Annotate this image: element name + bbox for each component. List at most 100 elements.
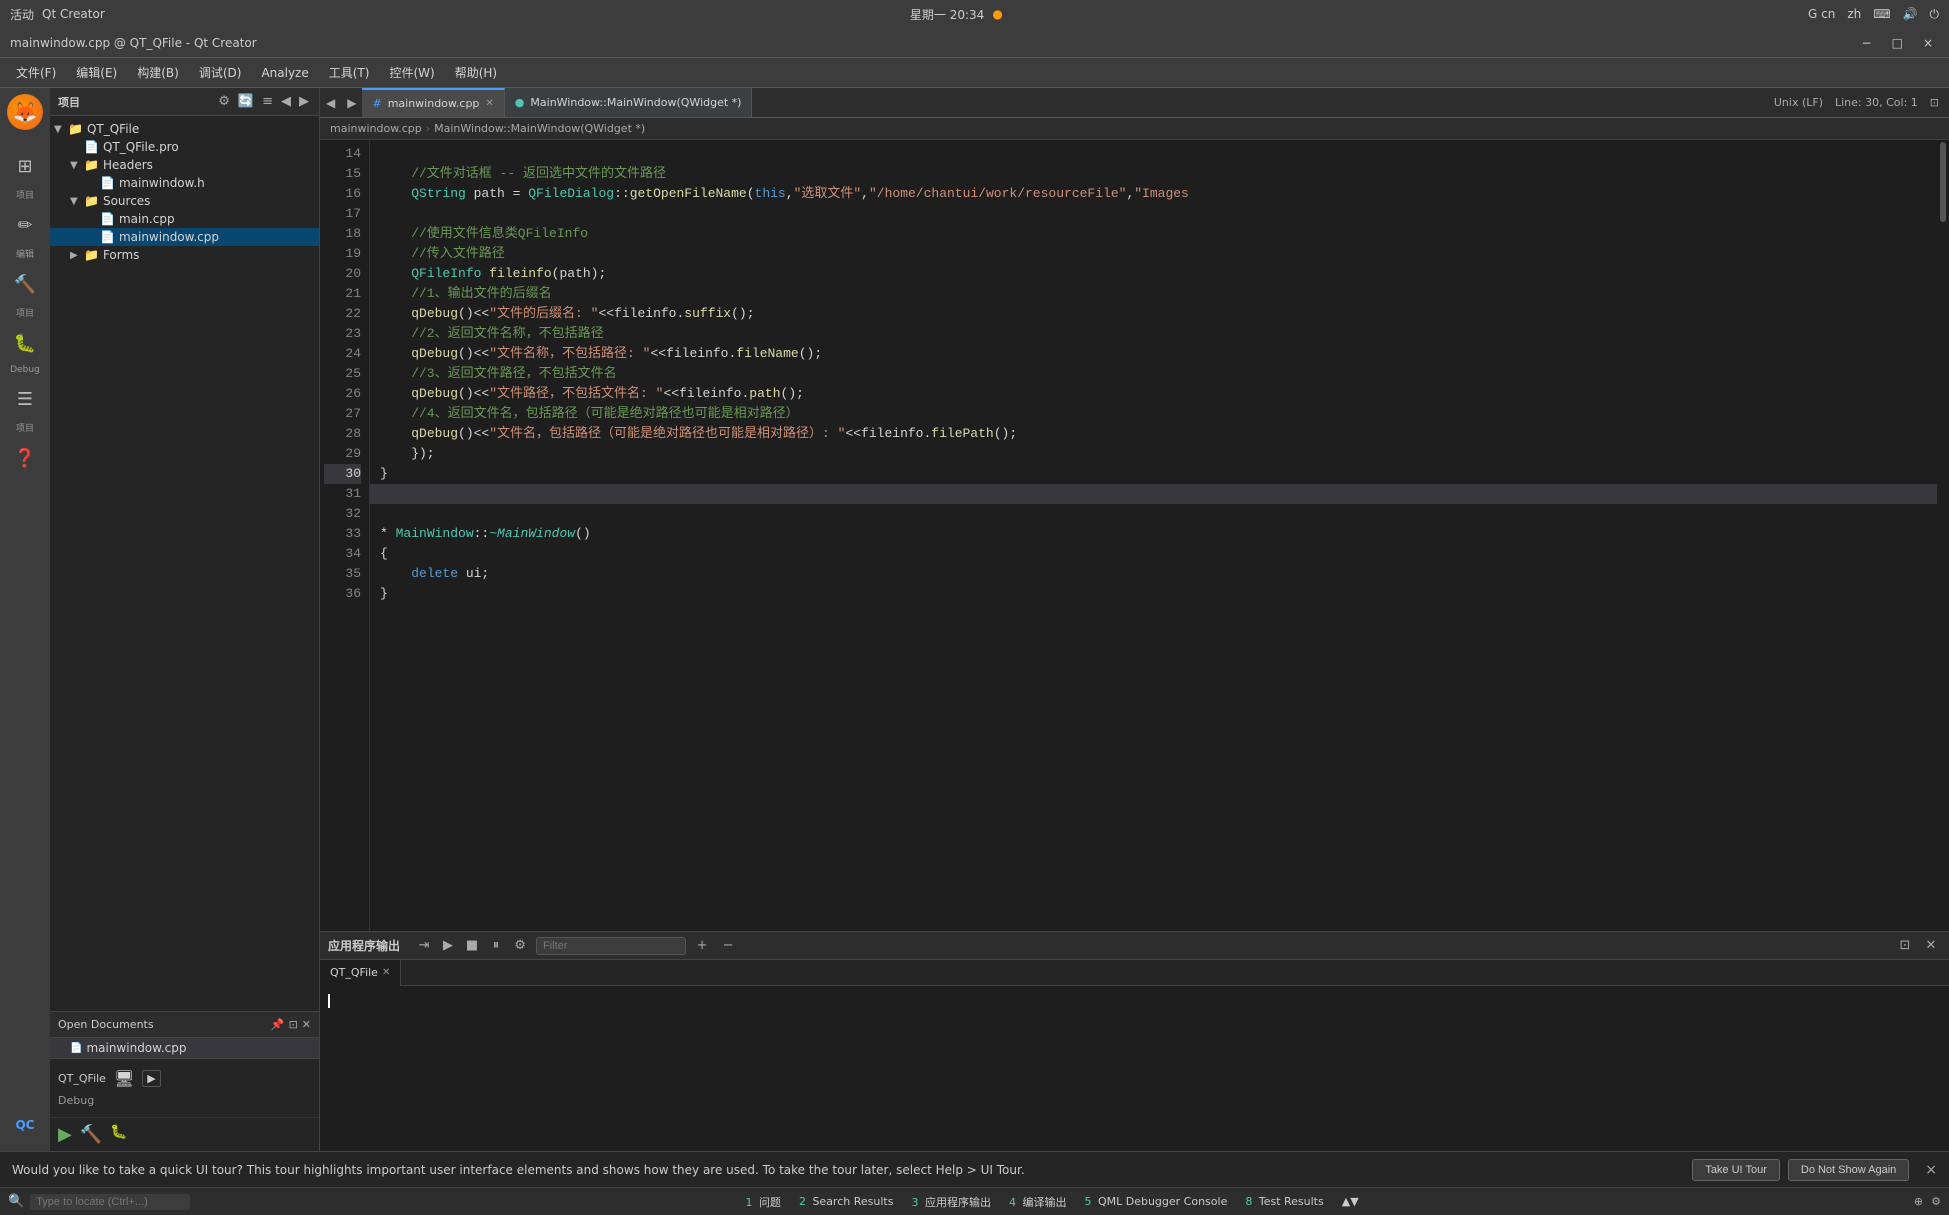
menu-tools[interactable]: 工具(T) [321, 61, 378, 84]
menu-edit[interactable]: 编辑(E) [68, 61, 125, 84]
output-settings-icon[interactable]: ⚙ [510, 936, 530, 956]
nav-fwd-icon[interactable]: ▶ [297, 92, 311, 111]
tree-item-headers[interactable]: ▼ 📁 Headers [50, 156, 319, 174]
sync-icon[interactable]: 🔄 [236, 92, 256, 111]
output-content[interactable] [320, 986, 1949, 1151]
menu-build[interactable]: 构建(B) [129, 61, 187, 84]
tree-item-main-cpp[interactable]: ▶ 📄 main.cpp [50, 210, 319, 228]
nav-back-icon[interactable]: ◀ [279, 92, 293, 111]
keyboard-icon[interactable]: ⌨ [1873, 7, 1890, 21]
bottom-tab-qml-debugger[interactable]: 5 QML Debugger Console [1076, 1193, 1235, 1210]
tree-label-sources: Sources [103, 194, 150, 208]
close-button[interactable]: × [1917, 34, 1939, 52]
bottom-tab-issues[interactable]: 1 问题 [737, 1192, 789, 1212]
open-docs-close-icon[interactable]: ✕ [302, 1018, 311, 1031]
breadcrumb-func: MainWindow::MainWindow(QWidget *) [434, 122, 645, 135]
breadcrumb-sep: › [426, 122, 430, 135]
output-float-icon[interactable]: ⊡ [1895, 936, 1915, 956]
activities-label[interactable]: 活动 [10, 6, 34, 23]
tab-nav-back[interactable]: ◀ [320, 96, 341, 110]
power-icon[interactable]: ⏻ [1930, 7, 1940, 22]
open-docs-panel: Open Documents 📌 ⊡ ✕ 📄 mainwindow.cpp [50, 1011, 319, 1058]
scrollbar-thumb[interactable] [1940, 142, 1946, 222]
tree-item-root[interactable]: ▼ 📁 QT_QFile [50, 120, 319, 138]
output-add-icon[interactable]: + [692, 936, 712, 956]
bottom-tab-search-results[interactable]: 2 Search Results [791, 1193, 902, 1210]
system-bar-right: G cn zh ⌨ 🔊 ⏻ [1808, 7, 1939, 22]
sidebar-item-edit[interactable]: ✏ 编辑 [5, 205, 45, 260]
tab-nav-fwd[interactable]: ▶ [341, 96, 362, 110]
debug-run-button[interactable]: 🐛 [110, 1124, 127, 1145]
bottom-tab-arrow[interactable]: ▲▼ [1334, 1193, 1367, 1210]
menu-analyze[interactable]: Analyze [253, 63, 316, 83]
output-pause-icon[interactable]: ⏸ [486, 936, 506, 956]
open-docs-pin-icon[interactable]: 📌 [271, 1018, 285, 1031]
bottom-tab-compile-output[interactable]: 4 编译输出 [1001, 1192, 1075, 1212]
output-stop-icon[interactable]: ■ [462, 936, 482, 956]
output-filter-input[interactable] [536, 937, 686, 955]
locate-input[interactable] [30, 1194, 190, 1210]
build-button[interactable]: 🔨 [80, 1124, 102, 1145]
sidebar-item-tasks[interactable]: ☰ 项目 [5, 379, 45, 434]
sidebar-item-build[interactable]: 🔨 项目 [5, 264, 45, 319]
code-editor[interactable]: 14 15 16 17 18 19 20 21 22 23 24 25 26 2… [320, 140, 1949, 931]
open-doc-mainwindow-cpp[interactable]: 📄 mainwindow.cpp [50, 1038, 319, 1058]
sidebar-item-help[interactable]: ❓ [5, 438, 45, 478]
tree-label-mwh: mainwindow.h [119, 176, 205, 190]
editor-scrollbar[interactable] [1937, 140, 1949, 931]
minimize-button[interactable]: − [1856, 34, 1878, 52]
debug-label: Debug [10, 365, 40, 375]
tree-item-sources[interactable]: ▼ 📁 Sources [50, 192, 319, 210]
volume-icon[interactable]: 🔊 [1903, 7, 1918, 21]
tree-item-mainwindow-cpp[interactable]: ▶ 📄 mainwindow.cpp [50, 228, 319, 246]
output-tab-qtqfile[interactable]: QT_QFile ✕ [320, 960, 401, 986]
tree-item-forms[interactable]: ▶ 📁 Forms [50, 246, 319, 264]
sidebar-item-project[interactable]: ⊞ 项目 [5, 146, 45, 201]
maximize-button[interactable]: □ [1886, 34, 1909, 52]
editor-area: ◀ ▶ # mainwindow.cpp ✕ ● MainWindow::Mai… [320, 88, 1949, 1151]
expand-icon[interactable]: ⊡ [1930, 96, 1939, 109]
notification-close-button[interactable]: × [1925, 1162, 1937, 1178]
run-button[interactable]: ▶ [58, 1124, 72, 1145]
tab-arrows: ▲▼ [1342, 1195, 1359, 1208]
output-run-icon[interactable]: ▶ [438, 936, 458, 956]
output-step-icon[interactable]: ⇥ [414, 936, 434, 956]
menu-help[interactable]: 帮助(H) [447, 61, 505, 84]
tab-mainwindow-cpp[interactable]: # mainwindow.cpp ✕ [362, 88, 504, 118]
tab-function[interactable]: ● MainWindow::MainWindow(QWidget *) [505, 88, 753, 118]
take-ui-tour-button[interactable]: Take UI Tour [1692, 1159, 1780, 1181]
open-docs-expand-icon[interactable]: ⊡ [289, 1018, 298, 1031]
bottom-tab-app-output[interactable]: 3 应用程序输出 [903, 1192, 999, 1212]
output-tab-close[interactable]: ✕ [382, 967, 390, 978]
search-icon: 🔍 [8, 1194, 24, 1209]
firefox-activity[interactable]: 🦊 [7, 94, 43, 130]
filter-icon[interactable]: ⚙ [216, 92, 232, 111]
firefox-icon: 🦊 [7, 94, 43, 130]
output-close-panel-icon[interactable]: ✕ [1921, 936, 1941, 956]
breadcrumb-file: mainwindow.cpp [330, 122, 422, 135]
do-not-show-again-button[interactable]: Do Not Show Again [1788, 1159, 1909, 1181]
tree-arrow-h: ▶ [86, 178, 100, 189]
code-content[interactable]: //文件对话框 -- 返回选中文件的文件路径 QString path = QF… [370, 140, 1937, 931]
bottom-settings-icon[interactable]: ⚙ [1931, 1195, 1941, 1208]
bottom-zoom-icon[interactable]: ⊕ [1914, 1195, 1923, 1208]
notification-message: Would you like to take a quick UI tour? … [12, 1163, 1692, 1177]
bottom-tab-test-results[interactable]: 8 Test Results [1237, 1193, 1331, 1210]
lang1-label[interactable]: G cn [1808, 7, 1835, 21]
lang2-label[interactable]: zh [1847, 7, 1861, 21]
tree-item-pro[interactable]: ▶ 📄 QT_QFile.pro [50, 138, 319, 156]
tree-arrow-sources: ▼ [70, 196, 84, 207]
breadcrumb: mainwindow.cpp › MainWindow::MainWindow(… [320, 118, 1949, 140]
more-icon[interactable]: ≡ [260, 92, 275, 111]
menu-controls[interactable]: 控件(W) [381, 61, 442, 84]
tab-close-mainwindow[interactable]: ✕ [485, 98, 493, 109]
title-bar: mainwindow.cpp @ QT_QFile - Qt Creator −… [0, 28, 1949, 58]
sidebar-debug-btn[interactable]: ▶ [142, 1070, 160, 1087]
sidebar-item-debug[interactable]: 🐛 Debug [5, 323, 45, 375]
file-icon-h: 📄 [100, 176, 115, 190]
tree-item-mainwindow-h[interactable]: ▶ 📄 mainwindow.h [50, 174, 319, 192]
menu-debug[interactable]: 调试(D) [191, 61, 250, 84]
sidebar-item-qc[interactable]: QC [5, 1105, 45, 1145]
menu-file[interactable]: 文件(F) [8, 61, 64, 84]
output-remove-icon[interactable]: − [718, 936, 738, 956]
